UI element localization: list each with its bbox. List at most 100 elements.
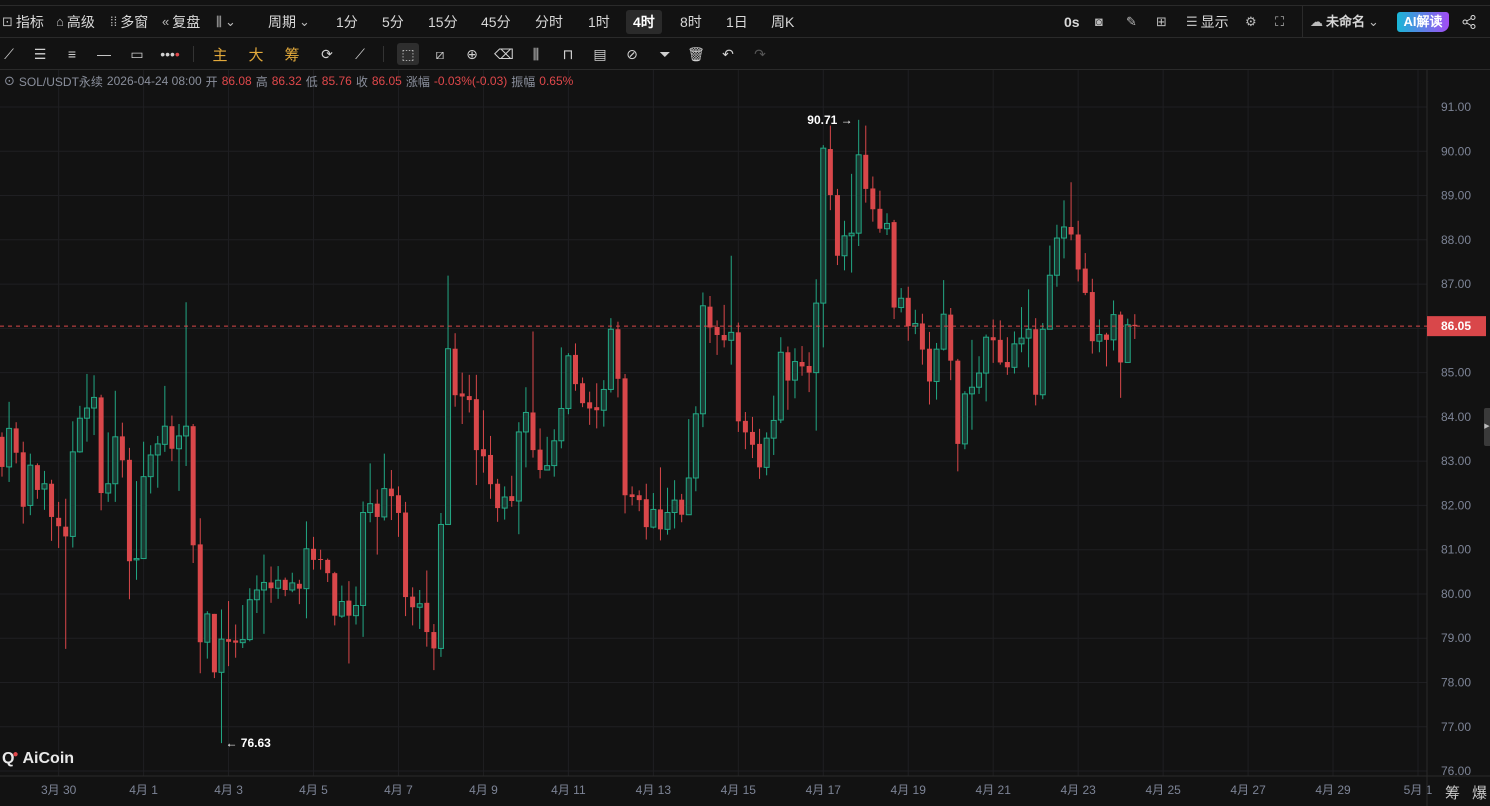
measure-tool[interactable]: ⫼ (525, 43, 547, 65)
candle-body-down (403, 512, 409, 598)
candle-body-down (34, 465, 40, 490)
trend-line-tool[interactable]: ⟋ (0, 43, 20, 65)
candle-body-down (757, 443, 763, 468)
interval-5m[interactable]: 5分 (382, 6, 404, 38)
horizontal-line-tool[interactable]: — (93, 43, 115, 65)
big-order-button[interactable]: 大 (245, 43, 267, 65)
add-window-button[interactable]: ⊞ (1156, 6, 1167, 38)
x-tick-label: 4月 7 (384, 783, 413, 797)
settings-button[interactable]: ⚙ (1245, 6, 1257, 38)
countdown: 0s (1064, 14, 1080, 30)
sync-drawings-tool[interactable]: ⟳ (316, 43, 338, 65)
side-panel-handle[interactable]: ▶ (1484, 408, 1490, 446)
multi-window-button[interactable]: ⁞⁞ 多窗 (110, 6, 148, 38)
delete-tool[interactable]: 🗑 (685, 43, 707, 65)
link-tool[interactable]: ⊘ (621, 43, 643, 65)
interval-1h[interactable]: 1时 (588, 6, 610, 38)
chip-toggle[interactable]: 筹 (1445, 782, 1460, 803)
candle (311, 536, 317, 570)
advanced-button[interactable]: ⌂ 高级 (56, 6, 95, 38)
candle-body-down (1089, 292, 1095, 342)
candle (522, 387, 529, 468)
candle-body-up (218, 638, 225, 673)
candle-body-down (119, 436, 125, 461)
select-tool[interactable]: ⬚ (397, 43, 419, 65)
fullscreen-button[interactable]: ⛶ (1275, 6, 1284, 38)
indicator-button[interactable]: ⊡ 指标 (2, 6, 44, 38)
candle (1089, 278, 1095, 354)
redo-button: ↷ (749, 43, 771, 65)
interval-1d[interactable]: 1日 (726, 6, 748, 38)
candle (289, 572, 296, 593)
filter-tool[interactable]: ⏷ (654, 43, 676, 65)
candle (643, 483, 649, 540)
magnet-draw-tool[interactable]: ⟋ (349, 43, 371, 65)
ruler-tool[interactable]: ⧄ (429, 43, 451, 65)
zoom-tool[interactable]: ⊕ (461, 43, 483, 65)
candle-body-down (268, 582, 274, 589)
candle (466, 374, 472, 413)
list-icon: ☰ (1186, 14, 1198, 29)
candle (338, 585, 345, 618)
interval-timeline[interactable]: 分时 (535, 6, 563, 38)
candle (410, 587, 416, 626)
interval-1m[interactable]: 1分 (336, 6, 358, 38)
period-dropdown[interactable]: 周期 ⌄ (268, 6, 310, 38)
candle (735, 322, 741, 432)
candle (161, 385, 168, 452)
liquidation-toggle[interactable]: 爆 (1472, 782, 1487, 803)
divider (383, 46, 384, 62)
interval-4h[interactable]: 4时 (626, 10, 662, 34)
candle (834, 188, 840, 266)
ai-interpret-button[interactable]: AI解读 (1397, 12, 1449, 32)
screenshot-button[interactable]: ◙ (1095, 6, 1103, 38)
candle (1096, 319, 1103, 353)
candle-body-up (76, 417, 83, 453)
candle (1103, 332, 1109, 367)
x-tick-label: 3月 30 (41, 783, 77, 797)
candle-body-up (367, 503, 374, 514)
lock-tool[interactable]: ⊓ (557, 43, 579, 65)
fib-tool[interactable]: ≡ (61, 43, 83, 65)
candle-body-down (657, 509, 663, 530)
candle-body-down (863, 154, 869, 189)
link-icon: ⊘ (626, 45, 638, 62)
candle-body-down (749, 431, 755, 445)
candle (1018, 307, 1025, 353)
interval-45m[interactable]: 45分 (481, 6, 511, 38)
collapse-chevron-icon[interactable]: ⊙ (4, 73, 15, 89)
candle-body-down (459, 393, 465, 397)
draw-button[interactable]: ✎ (1126, 6, 1137, 38)
eraser-tool[interactable]: ⌫ (493, 43, 515, 65)
measure-icon: ⫼ (532, 45, 540, 62)
candle (381, 453, 388, 521)
chart-type-dropdown[interactable]: ⫼ ⌄ (216, 6, 236, 38)
replay-button[interactable]: «复盘 (162, 6, 200, 38)
candle-body-down (20, 452, 26, 507)
candle-body-up (565, 355, 572, 409)
chip-distribution-button[interactable]: 筹 (281, 43, 303, 65)
undo-button[interactable]: ↶ (717, 43, 739, 65)
candle-body-down (311, 548, 317, 560)
candle (332, 571, 338, 626)
template-tool[interactable]: ▤ (589, 43, 611, 65)
candle-body-up (275, 579, 282, 589)
interval-1w[interactable]: 周K (771, 6, 794, 38)
candle-body-down (891, 222, 897, 308)
rectangle-tool[interactable]: ▭ (126, 43, 148, 65)
main-force-button[interactable]: 主 (209, 43, 231, 65)
interval-15m[interactable]: 15分 (428, 6, 458, 38)
display-button[interactable]: ☰ 显示 (1186, 6, 1229, 38)
candle-body-up (968, 386, 975, 395)
candle (785, 346, 791, 410)
parallel-channel-tool[interactable]: ☰ (29, 43, 51, 65)
candlestick-chart[interactable]: 91.0090.0089.0088.0087.0086.0085.0084.00… (0, 70, 1490, 806)
layout-dropdown[interactable]: ☁ 未命名 ⌄ (1310, 6, 1379, 38)
share-button[interactable] (1462, 6, 1476, 38)
candle-body-down (990, 337, 996, 341)
candle-body-up (522, 411, 529, 433)
more-tools[interactable]: •••• (159, 43, 181, 65)
unlock-icon: ⊓ (562, 45, 574, 62)
interval-8h[interactable]: 8时 (680, 6, 702, 38)
drawing-toolbar: ⟋ ☰ ≡ — ▭ •••• 主 大 筹 ⟳ ⟋ ⬚ ⧄ ⊕ ⌫ ⫼ ⊓ ▤ ⊘… (0, 38, 1490, 70)
